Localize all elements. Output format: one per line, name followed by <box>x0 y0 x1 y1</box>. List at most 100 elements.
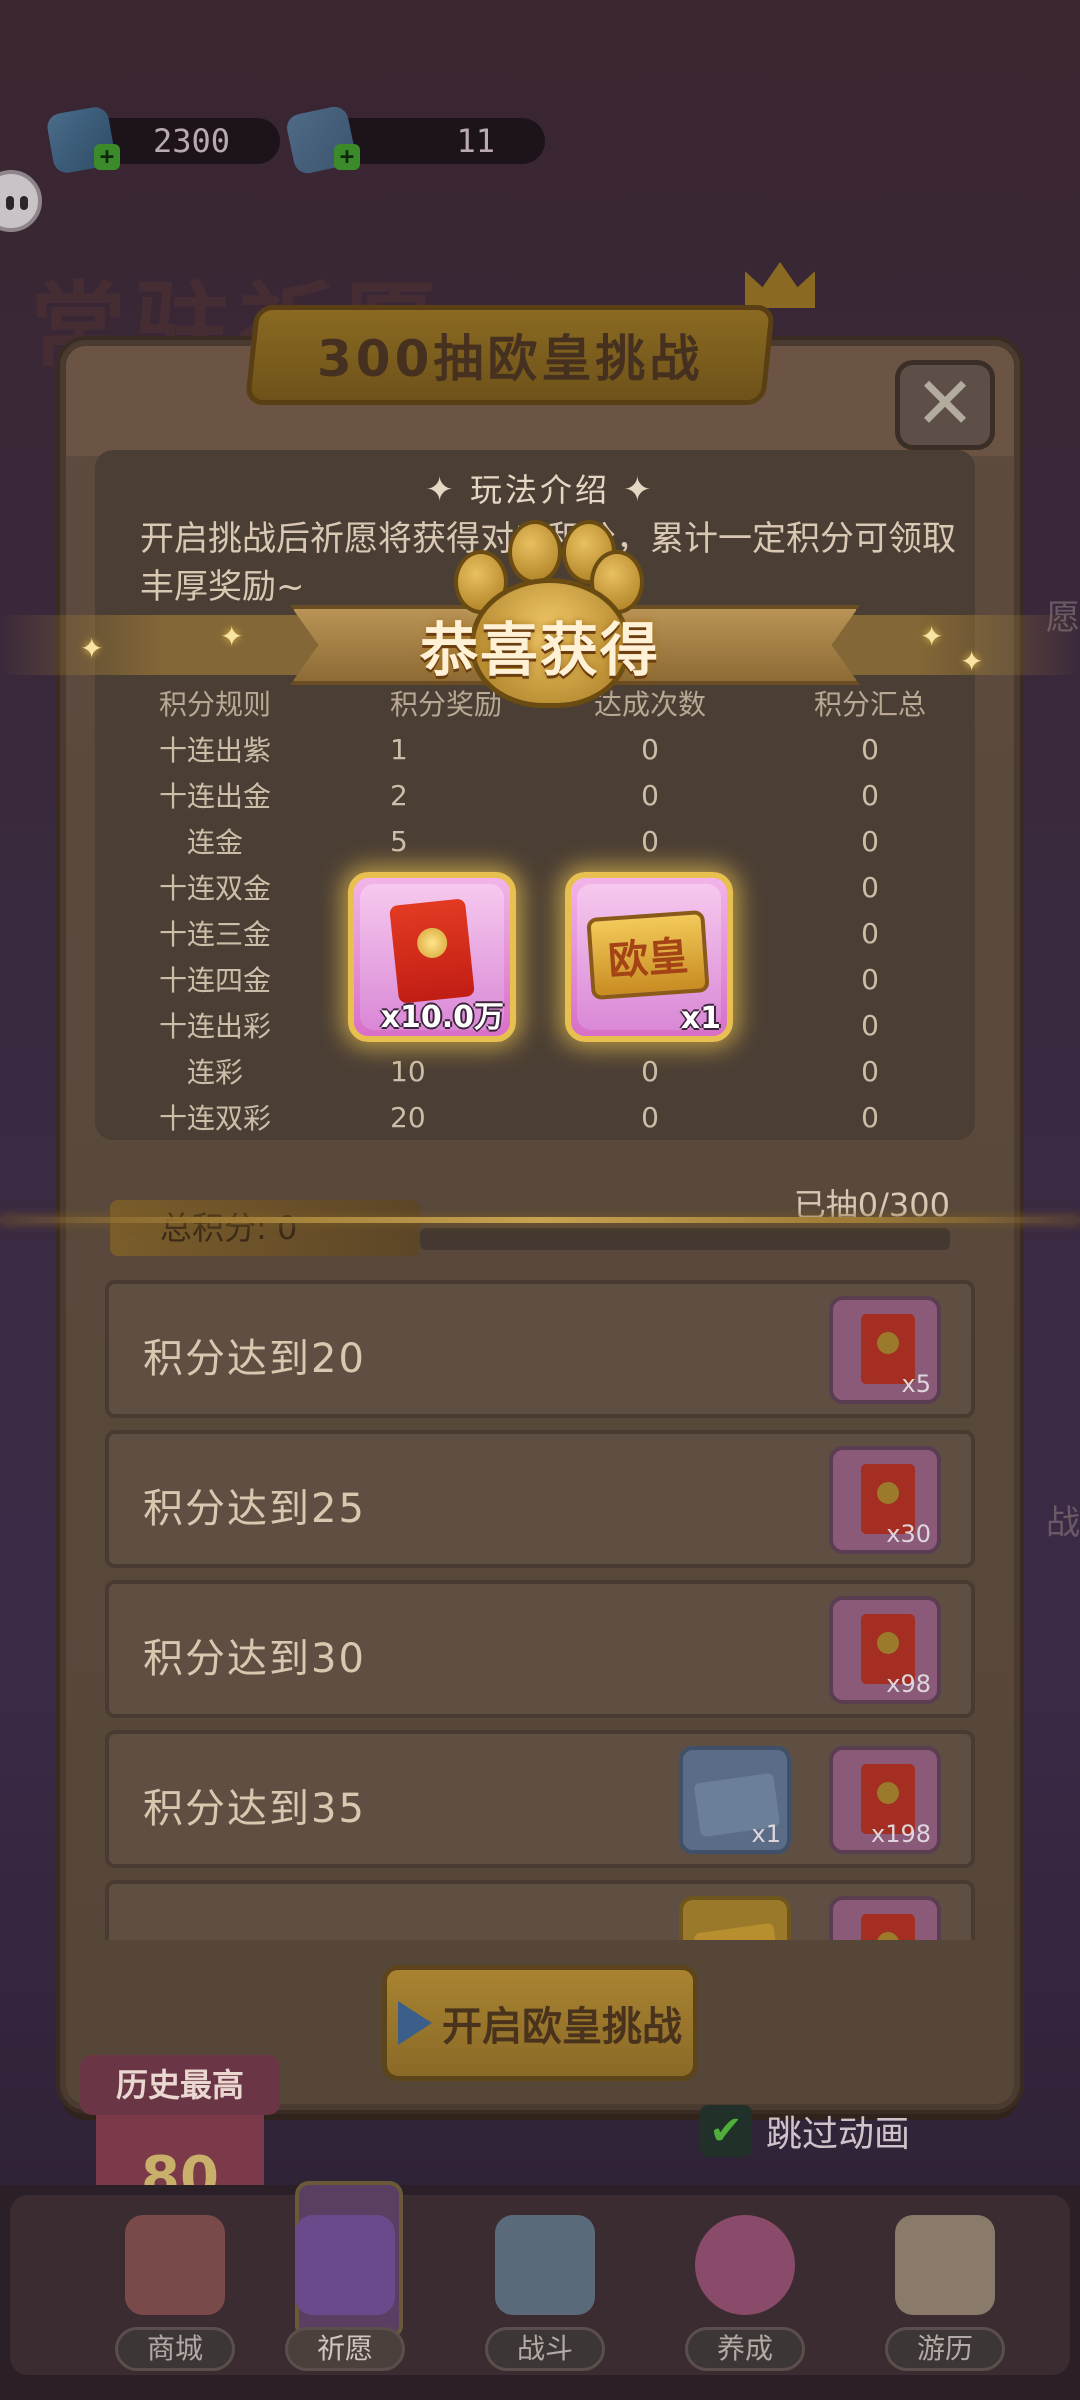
modal-title: 300抽欧皇挑战 <box>244 305 776 405</box>
reward-item-red-envelope[interactable]: x198 <box>829 1746 941 1854</box>
modal-title-text: 300抽欧皇挑战 <box>316 330 704 388</box>
ticket-currency[interactable]: + 11 <box>284 104 545 176</box>
skip-animation-toggle[interactable]: ✔ 跳过动画 <box>700 2105 910 2157</box>
list-item <box>105 1880 975 1940</box>
prize-card-red-envelope[interactable]: x10.0万 <box>348 872 516 1042</box>
table-cell: 5 <box>390 824 408 858</box>
sparkle-icon: ✦ <box>425 470 457 510</box>
nav-item-battle[interactable]: 战斗 <box>440 2185 640 2385</box>
congrats-title: 恭喜获得 <box>419 616 660 684</box>
table-header-cell: 积分规则 <box>158 688 271 721</box>
red-envelope-icon <box>389 898 475 1004</box>
table-row: 十连双彩 20 0 0 <box>100 1094 970 1140</box>
skip-animation-label: 跳过动画 <box>766 2114 911 2155</box>
table-row: 十连三金 0 <box>100 910 970 956</box>
table-cell: 0 <box>861 778 879 812</box>
sparkle-icon: ✦ <box>623 470 655 510</box>
table-cell: 0 <box>641 1054 659 1088</box>
table-row: 十连出彩 0 <box>100 1002 970 1048</box>
nav-label: 战斗 <box>485 2327 605 2371</box>
table-cell: 0 <box>861 916 879 950</box>
gem-amount: 2300 <box>152 122 230 160</box>
table-row: 十连双金 0 <box>100 864 970 910</box>
table-cell: 0 <box>641 732 659 766</box>
table-header-cell: 积分汇总 <box>813 688 926 721</box>
table-cell: 0 <box>861 962 879 996</box>
map-icon <box>895 2215 995 2315</box>
table-row: 连金 5 0 0 <box>100 818 970 864</box>
nav-label: 游历 <box>885 2327 1005 2371</box>
table-cell: 连金 <box>186 826 243 859</box>
reward-qty: x98 <box>886 1670 931 1698</box>
ticket-amount: 11 <box>456 122 495 160</box>
nav-label: 养成 <box>685 2327 805 2371</box>
table-cell: 十连双金 <box>158 872 271 905</box>
rules-table: 积分规则 积分奖励 达成次数 积分汇总 十连出紫 1 0 0 十连出金 2 0 … <box>100 680 970 1140</box>
reward-item-ticket[interactable]: x1 <box>679 1746 791 1854</box>
table-cell: 20 <box>390 1100 426 1134</box>
list-item: 积分达到20 x5 <box>105 1280 975 1418</box>
history-best-label: 历史最高 <box>80 2055 280 2115</box>
table-cell: 0 <box>861 824 879 858</box>
table-cell: 十连出金 <box>158 780 271 813</box>
table-cell: 十连双彩 <box>158 1102 271 1135</box>
reward-qty: x198 <box>870 1820 931 1848</box>
reward-threshold-label: 积分达到25 <box>143 1486 366 1532</box>
background-side-text: 战 <box>1046 1503 1080 1543</box>
ouhuang-plaque-icon: 欧皇 <box>586 909 710 1001</box>
nav-item-nurture[interactable]: 养成 <box>640 2185 840 2385</box>
list-item: 积分达到30 x98 <box>105 1580 975 1718</box>
section-title: ✦ 玩法介绍 ✦ <box>0 465 1080 511</box>
total-score-label: 总积分: 0 <box>110 1200 420 1256</box>
table-cell: 2 <box>390 778 408 812</box>
table-cell: 10 <box>390 1054 426 1088</box>
reward-item-gold-ticket[interactable] <box>679 1896 791 1940</box>
reward-item-red-envelope[interactable] <box>829 1896 941 1940</box>
add-ticket-icon[interactable]: + <box>334 144 360 170</box>
paw-toe <box>508 520 562 584</box>
list-item: 积分达到25 x30 <box>105 1430 975 1568</box>
sparkle-icon: ✦ <box>920 620 944 653</box>
prize-card-ouhuang[interactable]: 欧皇 x1 <box>565 872 733 1042</box>
wish-card-icon <box>295 2215 395 2315</box>
add-gem-icon[interactable]: + <box>94 144 120 170</box>
table-cell: 十连四金 <box>158 964 271 997</box>
table-cell: 0 <box>641 824 659 858</box>
table-cell: 1 <box>390 732 408 766</box>
play-icon <box>398 2001 432 2045</box>
crossed-swords-icon <box>495 2215 595 2315</box>
start-challenge-label: 开启欧皇挑战 <box>442 2004 682 2050</box>
reward-list[interactable]: 积分达到20 x5 积分达到25 x30 积分达到30 x98 积分达到35 x… <box>105 1280 975 1940</box>
gold-ticket-icon <box>693 1922 781 1940</box>
sparkle-icon: ✦ <box>80 632 104 665</box>
reward-qty: x30 <box>886 1520 931 1548</box>
checkbox-checked-icon[interactable]: ✔ <box>700 2105 752 2157</box>
shop-icon <box>125 2215 225 2315</box>
bottom-nav: 商城 祈愿 战斗 养成 游历 <box>0 2181 1080 2400</box>
reward-item-red-envelope[interactable]: x5 <box>829 1296 941 1404</box>
table-cell: 0 <box>641 1100 659 1134</box>
table-cell: 0 <box>861 1008 879 1042</box>
start-challenge-button[interactable]: 开启欧皇挑战 <box>382 1965 698 2081</box>
progress-track <box>420 1228 950 1250</box>
gem-currency[interactable]: + 2300 <box>45 105 280 175</box>
reward-threshold-label: 积分达到30 <box>143 1636 366 1682</box>
sparkle-icon: ✦ <box>960 645 984 678</box>
table-row: 十连四金 0 <box>100 956 970 1002</box>
nav-label: 商城 <box>115 2327 235 2371</box>
close-icon: ✕ <box>914 361 976 445</box>
sparkle-icon: ✦ <box>220 620 244 653</box>
reward-item-red-envelope[interactable]: x30 <box>829 1446 941 1554</box>
prize-qty: x10.0万 <box>380 1000 504 1035</box>
table-row: 十连出紫 1 0 0 <box>100 726 970 772</box>
table-cell: 十连三金 <box>158 918 271 951</box>
table-cell: 连彩 <box>186 1056 243 1089</box>
nav-item-travel[interactable]: 游历 <box>840 2185 1040 2385</box>
list-item: 积分达到35 x1 x198 <box>105 1730 975 1868</box>
close-button[interactable]: ✕ <box>895 360 995 450</box>
table-cell: 0 <box>861 1100 879 1134</box>
table-cell: 0 <box>861 870 879 904</box>
nav-item-wish[interactable]: 祈愿 <box>240 2181 440 2385</box>
reward-threshold-label: 积分达到20 <box>143 1336 366 1382</box>
reward-item-red-envelope[interactable]: x98 <box>829 1596 941 1704</box>
